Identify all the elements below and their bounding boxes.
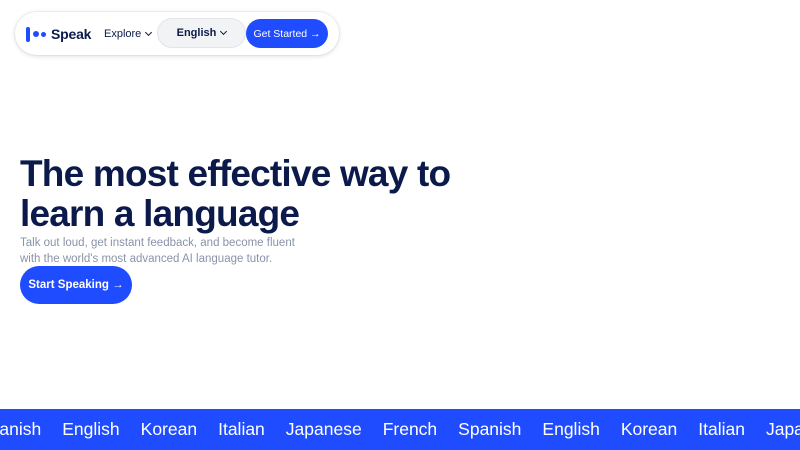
- language-select[interactable]: English: [157, 18, 246, 48]
- start-speaking-label: Start Speaking →: [28, 279, 124, 291]
- start-speaking-button[interactable]: Start Speaking →: [20, 266, 132, 304]
- speak-logo[interactable]: Speak: [26, 24, 91, 44]
- language-item: Korean: [620, 419, 678, 439]
- explore-menu[interactable]: Explore: [104, 24, 153, 44]
- hero-subtitle: Talk out loud, get instant feedback, and…: [20, 235, 320, 267]
- logo-text: Speak: [51, 26, 92, 42]
- language-item: Spanish: [0, 419, 42, 439]
- language-item: English: [62, 419, 120, 439]
- language-marquee-track: Spanish English Korean Italian Japanese …: [0, 409, 800, 450]
- top-nav: Speak Explore English Get Started →: [15, 12, 339, 55]
- hero-title-line-1: The most effective way to: [20, 153, 451, 194]
- get-started-label: Get Started →: [253, 27, 321, 40]
- get-started-button[interactable]: Get Started →: [246, 19, 328, 48]
- hero-title: The most effective way to learn a langua…: [20, 154, 490, 234]
- hero-title-line-2: learn a language: [20, 193, 300, 234]
- language-item: Japanese: [285, 419, 362, 439]
- chevron-down-icon: [145, 28, 153, 37]
- language-marquee: Spanish English Korean Italian Japanese …: [0, 409, 800, 450]
- hero-subtitle-line-1: Talk out loud, get instant feedback, and…: [20, 237, 295, 249]
- speak-logo-icon: [26, 26, 46, 42]
- language-item: Italian: [698, 419, 745, 439]
- language-item: Italian: [218, 419, 265, 439]
- hero-subtitle-line-2: with the world's most advanced AI langua…: [20, 253, 273, 265]
- language-item: Korean: [140, 419, 198, 439]
- language-item: Japanese: [765, 419, 800, 439]
- chevron-down-icon: [220, 27, 228, 36]
- explore-label: Explore: [104, 28, 142, 40]
- language-select-value: English: [176, 27, 217, 39]
- language-item: French: [382, 419, 438, 439]
- language-item: Spanish: [458, 419, 522, 439]
- language-item: English: [542, 419, 600, 439]
